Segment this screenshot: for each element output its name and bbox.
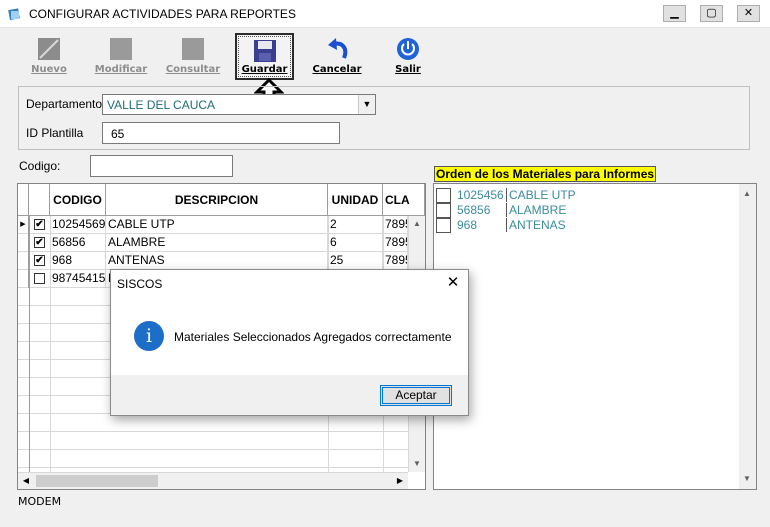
orden-list[interactable]: 1025456 CABLE UTP 56856 ALAMBRE 968 ANTENAS ▲… [433, 183, 757, 490]
list-item-checkbox[interactable] [436, 188, 451, 203]
close-window-button[interactable]: ✕ [737, 5, 760, 22]
departamento-label: Departamento [26, 97, 103, 111]
scroll-down-icon[interactable]: ▼ [409, 456, 425, 472]
search-icon [182, 38, 204, 60]
cell-codigo[interactable]: 56856 [50, 234, 106, 252]
list-item-codigo: 56856 [457, 203, 491, 217]
column-codigo[interactable]: CODIGO [50, 184, 106, 216]
list-item-descripcion: ALAMBRE [506, 203, 566, 217]
cell-cla[interactable]: 7895 [383, 252, 408, 270]
dialog-footer: Aceptar [111, 375, 468, 415]
row-checkbox[interactable]: ✔ [34, 255, 45, 266]
list-item[interactable]: 56856 ALAMBRE [434, 202, 734, 218]
cell-descripcion[interactable]: ALAMBRE [106, 234, 328, 252]
nuevo-label: Nuevo [31, 64, 67, 75]
cell-cla[interactable]: 7895 [383, 216, 408, 234]
guardar-label: Guardar [241, 64, 288, 75]
cell-cla[interactable]: 7895 [383, 234, 408, 252]
list-item-codigo: 968 [457, 218, 478, 232]
title-bar: CONFIGURAR ACTIVIDADES PARA REPORTES ▁ ▢… [0, 0, 770, 28]
row-checkbox[interactable] [34, 273, 45, 284]
info-icon: i [134, 321, 164, 351]
cell-codigo[interactable]: 968 [50, 252, 106, 270]
nuevo-button[interactable]: Nuevo [18, 34, 80, 80]
app-icon [8, 8, 20, 20]
id-plantilla-field[interactable]: 65 [102, 122, 340, 144]
codigo-input[interactable] [90, 155, 233, 177]
codigo-label: Codigo: [19, 159, 61, 173]
scroll-right-icon[interactable]: ▶ [392, 473, 408, 489]
salir-button[interactable]: Salir [377, 34, 439, 80]
id-plantilla-label: ID Plantilla [26, 126, 84, 140]
list-item-codigo: 1025456 [457, 188, 504, 202]
table-row[interactable]: ✔ 968ANTENAS257895 [18, 252, 408, 270]
check-header [29, 184, 50, 216]
list-item-descripcion: CABLE UTP [506, 188, 576, 202]
scroll-down-icon[interactable]: ▼ [739, 471, 755, 487]
consultar-label: Consultar [165, 64, 221, 75]
scroll-up-icon[interactable]: ▲ [739, 186, 755, 202]
row-checkbox[interactable]: ✔ [34, 237, 45, 248]
minimize-button[interactable]: ▁ [663, 5, 686, 22]
column-cla[interactable]: CLA [383, 184, 425, 216]
edit-icon [110, 38, 132, 60]
row-selector[interactable] [18, 234, 29, 252]
column-descripcion[interactable]: DESCRIPCION [106, 184, 328, 216]
column-unidad[interactable]: UNIDAD [328, 184, 383, 216]
dialog-close-button[interactable]: ✕ [444, 274, 462, 292]
guardar-button[interactable]: Guardar [235, 33, 294, 80]
maximize-button[interactable]: ▢ [700, 5, 723, 22]
aceptar-button[interactable]: Aceptar [380, 385, 452, 406]
scroll-up-icon[interactable]: ▲ [409, 216, 425, 232]
empty-row [18, 450, 408, 468]
cell-unidad[interactable]: 6 [328, 234, 383, 252]
cell-codigo[interactable]: 10254569 [50, 216, 106, 234]
list-item[interactable]: 968 ANTENAS [434, 217, 734, 233]
salir-label: Salir [395, 64, 421, 75]
cell-descripcion[interactable]: CABLE UTP [106, 216, 328, 234]
cancelar-button[interactable]: Cancelar [306, 34, 368, 80]
modificar-label: Modificar [94, 64, 148, 75]
chevron-down-icon[interactable]: ▼ [358, 95, 375, 114]
save-icon [254, 40, 276, 62]
grid-header: CODIGO DESCRIPCION UNIDAD CLA [18, 184, 425, 216]
empty-row [18, 432, 408, 450]
new-icon [38, 38, 60, 60]
empty-row [18, 414, 408, 432]
scroll-left-icon[interactable]: ◀ [18, 473, 34, 489]
orden-title: Orden de los Materiales para Informes [434, 166, 657, 182]
row-checkbox[interactable]: ✔ [34, 219, 45, 230]
table-row[interactable]: ▶ ✔ 10254569CABLE UTP27895 [18, 216, 408, 234]
cell-codigo[interactable]: 98745415 [50, 270, 106, 288]
modificar-button[interactable]: Modificar [90, 34, 152, 80]
row-selector[interactable] [18, 252, 29, 270]
cell-descripcion[interactable]: ANTENAS [106, 252, 328, 270]
cancelar-label: Cancelar [312, 64, 362, 75]
power-icon [397, 38, 419, 60]
row-selector[interactable]: ▶ [18, 216, 29, 234]
message-dialog: SISCOS ✕ i Materiales Seleccionados Agre… [110, 269, 469, 416]
departamento-select[interactable]: VALLE DEL CAUCA [102, 94, 376, 115]
list-item-descripcion: ANTENAS [506, 218, 566, 232]
dialog-title: SISCOS [117, 277, 163, 291]
undo-icon [328, 38, 348, 59]
list-item[interactable]: 1025456 CABLE UTP [434, 187, 734, 203]
list-item-checkbox[interactable] [436, 218, 451, 233]
cell-unidad[interactable]: 2 [328, 216, 383, 234]
dialog-message: Materiales Seleccionados Agregados corre… [174, 330, 452, 344]
cell-unidad[interactable]: 25 [328, 252, 383, 270]
row-selector-header [18, 184, 29, 216]
scroll-thumb[interactable] [36, 475, 158, 487]
grid-horizontal-scrollbar[interactable]: ◀ ▶ [18, 472, 408, 489]
window-title: CONFIGURAR ACTIVIDADES PARA REPORTES [29, 7, 296, 21]
row-selector[interactable] [18, 270, 29, 288]
list-item-checkbox[interactable] [436, 203, 451, 218]
consultar-button[interactable]: Consultar [162, 34, 224, 80]
table-row[interactable]: ✔ 56856ALAMBRE67895 [18, 234, 408, 252]
status-text: MODEM [18, 495, 62, 508]
list-vertical-scrollbar[interactable]: ▲ ▼ [739, 184, 756, 489]
